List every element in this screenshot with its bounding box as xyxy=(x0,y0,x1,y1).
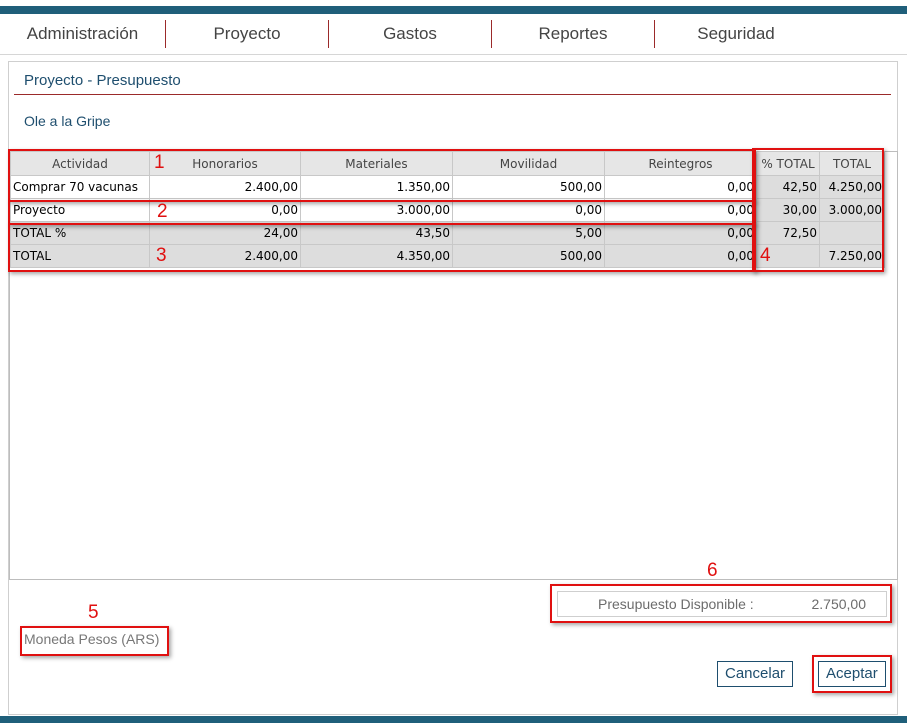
nav-item-proyecto[interactable]: Proyecto xyxy=(166,14,328,54)
total-percent-row: TOTAL % 24,00 43,50 5,00 0,00 72,50 xyxy=(10,221,885,245)
total-value-cell: 2.400,00 xyxy=(149,244,301,268)
activity-cell[interactable]: Proyecto xyxy=(10,198,150,222)
total-percent-cell: 0,00 xyxy=(604,221,757,245)
total-cell: 3.000,00 xyxy=(819,198,885,222)
movilidad-cell[interactable]: 500,00 xyxy=(452,175,605,199)
table-row[interactable]: Comprar 70 vacunas 2.400,00 1.350,00 500… xyxy=(10,175,885,199)
total-value-cell: 0,00 xyxy=(604,244,757,268)
total-value-cell: 500,00 xyxy=(452,244,605,268)
column-header[interactable]: Movilidad xyxy=(452,151,605,176)
materiales-cell[interactable]: 3.000,00 xyxy=(300,198,453,222)
column-header[interactable]: Reintegros xyxy=(604,151,757,176)
nav-item-seguridad[interactable]: Seguridad xyxy=(655,14,817,54)
table-header-row: Actividad Honorarios Materiales Movilida… xyxy=(10,151,885,176)
page-title: Proyecto - Presupuesto xyxy=(24,72,181,89)
percent-total-cell: 30,00 xyxy=(756,198,820,222)
top-brand-bar xyxy=(0,6,907,14)
column-header[interactable]: Actividad xyxy=(10,151,150,176)
title-divider xyxy=(14,94,891,95)
column-header[interactable]: Materiales xyxy=(300,151,453,176)
total-percent-cell: 24,00 xyxy=(149,221,301,245)
main-nav: Administración Proyecto Gastos Reportes … xyxy=(0,14,907,55)
total-value-cell: 4.350,00 xyxy=(300,244,453,268)
annotation-number: 6 xyxy=(707,560,718,581)
bottom-brand-bar xyxy=(0,716,907,723)
total-percent-cell: 72,50 xyxy=(756,221,820,245)
project-name: Ole a la Gripe xyxy=(24,113,111,129)
cancel-button[interactable]: Cancelar xyxy=(717,661,794,687)
nav-item-gastos[interactable]: Gastos xyxy=(329,14,491,54)
annotation-number: 5 xyxy=(88,602,99,623)
budget-table: Actividad Honorarios Materiales Movilida… xyxy=(10,151,885,268)
honorarios-cell[interactable]: 0,00 xyxy=(149,198,301,222)
column-header[interactable]: TOTAL xyxy=(819,151,885,176)
nav-item-administracion[interactable]: Administración xyxy=(0,14,165,54)
budget-available-value: 2.750,00 xyxy=(811,596,867,612)
total-cell: 4.250,00 xyxy=(819,175,885,199)
activity-cell[interactable]: Comprar 70 vacunas xyxy=(10,175,150,199)
column-header[interactable]: Honorarios xyxy=(149,151,301,176)
annotation-number: 2 xyxy=(157,201,168,222)
honorarios-cell[interactable]: 2.400,00 xyxy=(149,175,301,199)
total-percent-label: TOTAL % xyxy=(10,221,150,245)
annotation-number: 4 xyxy=(760,245,771,266)
annotation-number: 3 xyxy=(156,245,167,266)
reintegros-cell[interactable]: 0,00 xyxy=(604,198,757,222)
budget-available-field: Presupuesto Disponible : 2.750,00 xyxy=(557,591,887,617)
budget-available-label: Presupuesto Disponible : xyxy=(598,596,754,612)
annotation-number: 1 xyxy=(154,152,165,173)
percent-total-cell: 42,50 xyxy=(756,175,820,199)
total-value-cell: 7.250,00 xyxy=(819,244,885,268)
reintegros-cell[interactable]: 0,00 xyxy=(604,175,757,199)
total-row: TOTAL 2.400,00 4.350,00 500,00 0,00 7.25… xyxy=(10,244,885,268)
total-label: TOTAL xyxy=(10,244,150,268)
currency-label: Moneda Pesos (ARS) xyxy=(24,631,160,647)
total-percent-cell xyxy=(819,221,885,245)
total-percent-cell: 5,00 xyxy=(452,221,605,245)
table-row[interactable]: Proyecto 0,00 3.000,00 0,00 0,00 30,00 3… xyxy=(10,198,885,222)
materiales-cell[interactable]: 1.350,00 xyxy=(300,175,453,199)
accept-button[interactable]: Aceptar xyxy=(818,661,886,687)
movilidad-cell[interactable]: 0,00 xyxy=(452,198,605,222)
column-header[interactable]: % TOTAL xyxy=(756,151,820,176)
nav-item-reportes[interactable]: Reportes xyxy=(492,14,654,54)
total-percent-cell: 43,50 xyxy=(300,221,453,245)
